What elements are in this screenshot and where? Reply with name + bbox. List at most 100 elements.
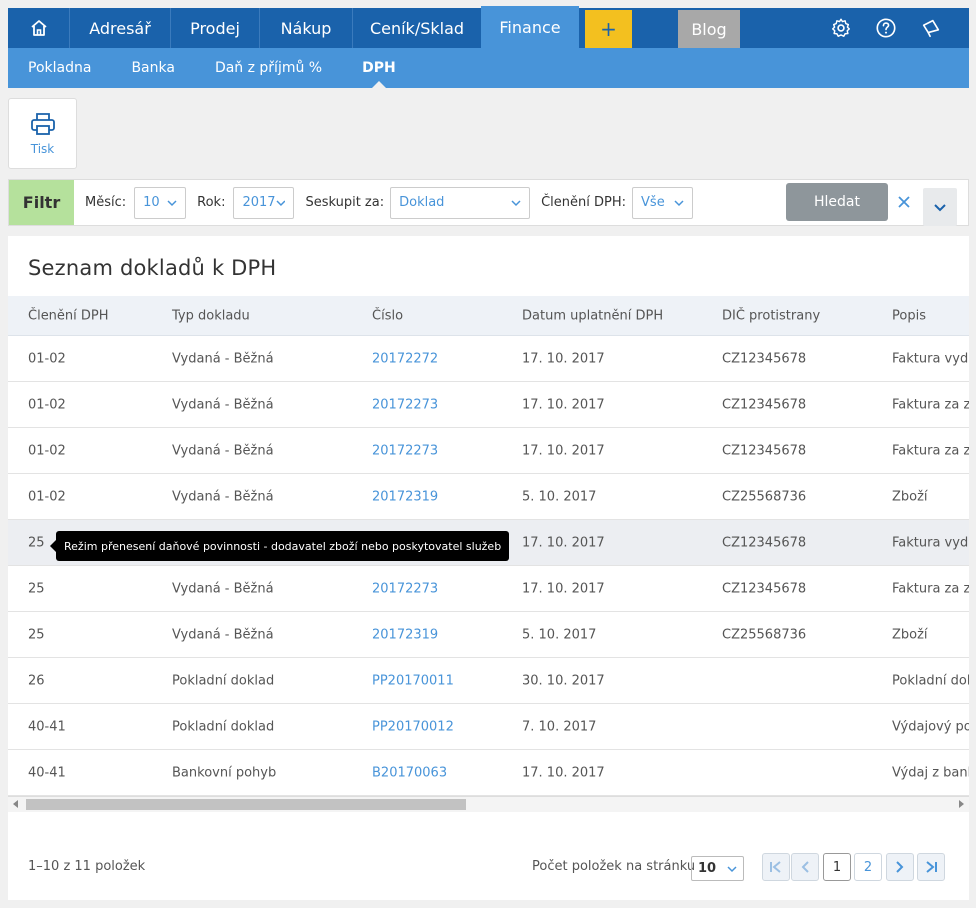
cell-doc-type: Pokladní doklad [172,719,275,734]
vat-select[interactable]: Vše [632,186,694,219]
cell-partner-vat: CZ12345678 [722,443,807,458]
feedback-button[interactable] [915,12,947,44]
cell-doc-type: Vydaná - Běžná [172,397,274,412]
col-header-number[interactable]: Číslo [372,308,407,323]
blog-button[interactable]: Blog [678,10,740,48]
cell-vat-section: 01-02 [28,443,66,458]
cell-description: Faktura za zbo [892,397,969,412]
table-row[interactable]: 01-02 Vydaná - Běžná 20172319 5. 10. 2017 CZ… [8,474,969,520]
table-row[interactable]: 25 Vydaná - Běžná 20172273 17. 10. 2017 CZ12… [8,566,969,612]
cell-number[interactable]: 20172273 [372,581,438,596]
month-select[interactable]: 10 [134,186,187,219]
group-label: Seskupit za: [305,195,385,210]
horizontal-scrollbar[interactable] [8,796,969,812]
last-page-button[interactable] [917,853,945,881]
col-header-description[interactable]: Popis [892,308,926,323]
chevron-down-icon [511,199,521,206]
cell-number[interactable]: B20170063 [372,765,447,780]
cell-description: Výdaj z banky [892,765,969,780]
scroll-right-icon[interactable] [959,800,964,808]
vat-documents-card: Seznam dokladů k DPH Členění DPH Typ dok… [8,236,969,796]
nav-tab-cenik-sklad[interactable]: Ceník/Sklad [353,8,481,48]
cell-doc-type: Bankovní pohyb [172,765,277,780]
cell-vat-section: 01-02 [28,489,66,504]
cell-partner-vat: CZ12345678 [722,535,807,550]
expand-filter-button[interactable] [923,188,957,226]
print-button[interactable]: Tisk [8,98,77,169]
cell-number[interactable]: PP20170012 [372,719,454,734]
year-label: Rok: [197,195,226,210]
cell-number[interactable]: 20172273 [372,397,438,412]
cell-number[interactable]: 20172319 [372,627,438,642]
cell-number[interactable]: 20172272 [372,351,438,366]
scroll-thumb[interactable] [26,799,466,810]
col-header-label: Číslo [372,308,404,323]
cell-doc-type: Vydaná - Běžná [172,351,274,366]
year-select[interactable]: 2017 [233,186,295,219]
cell-number[interactable]: 20172319 [372,489,438,504]
clear-filter-button[interactable] [894,192,914,212]
prev-page-button[interactable] [791,853,819,881]
gear-icon [832,18,850,37]
filter-bar: Filtr Měsíc: 10 Rok: 2017 Seskupit za: D… [8,179,969,226]
subnav-dph[interactable]: DPH [362,48,396,88]
next-page-button[interactable] [886,853,914,881]
cell-description: Výdajový pok [892,719,969,734]
month-value: 10 [143,195,160,210]
scroll-left-icon[interactable] [13,800,18,808]
home-button[interactable] [8,8,70,48]
col-header-vat-section[interactable]: Členění DPH [28,308,113,323]
subnav-banka[interactable]: Banka [131,48,175,88]
cell-vat-date: 17. 10. 2017 [522,351,605,366]
page-1-button[interactable]: 1 [823,853,851,881]
help-button[interactable] [870,12,902,44]
table-row[interactable]: 26 Pokladní doklad PP20170011 30. 10. 2017 P… [8,658,969,704]
sub-nav: Pokladna Banka Daň z příjmů % DPH [8,48,969,88]
cell-vat-section: 01-02 [28,351,66,366]
first-page-button[interactable] [762,853,790,881]
print-label: Tisk [30,141,55,156]
cell-description: Faktura za zbo [892,581,969,596]
nav-tab-adresar[interactable]: Adresář [70,8,171,48]
cell-vat-date: 5. 10. 2017 [522,489,597,504]
add-button[interactable]: + [585,10,632,48]
cell-description: Zboží [892,489,928,504]
page-2-button[interactable]: 2 [854,853,882,881]
vat-value: Vše [641,195,665,210]
search-button[interactable]: Hledat [786,183,888,221]
table-row[interactable]: 01-02 Vydaná - Běžná 20172273 17. 10. 2017 C… [8,428,969,474]
table-row[interactable]: 01-02 Vydaná - Běžná 20172272 17. 10. 2017 C… [8,336,969,382]
nav-tab-prodej[interactable]: Prodej [171,8,260,48]
table-row[interactable]: 01-02 Vydaná - Běžná 20172273 17. 10. 2017 C… [8,382,969,428]
col-header-label: Členění DPH [28,308,109,323]
cell-vat-section: 40-41 [28,765,66,780]
cell-description: Faktura vydan [892,535,969,550]
group-select[interactable]: Doklad [390,186,531,219]
per-page-label: Počet položek na stránku [532,859,696,874]
cell-vat-date: 17. 10. 2017 [522,397,605,412]
cell-vat-section: 25 [28,535,45,550]
col-header-partner-vat[interactable]: DIČ protistrany [722,308,820,323]
nav-icons [825,8,969,48]
cell-vat-date: 5. 10. 2017 [522,627,597,642]
per-page-select[interactable]: 10 [691,856,744,881]
table-row[interactable]: 40-41 Bankovní pohyb B20170063 17. 10. 2017… [8,750,969,796]
cell-number[interactable]: 20172273 [372,443,438,458]
cell-number[interactable]: PP20170011 [372,673,454,688]
nav-tab-nakup[interactable]: Nákup [260,8,353,48]
col-header-vat-date[interactable]: Datum uplatnění DPH [522,308,663,323]
table-row[interactable]: 25 Vydaná - Běžná 20172319 5. 10. 2017 CZ255… [8,612,969,658]
subnav-pokladna[interactable]: Pokladna [28,48,91,88]
table-row[interactable]: 40-41 Pokladní doklad PP20170012 7. 10. 201… [8,704,969,750]
cell-partner-vat: CZ12345678 [722,351,807,366]
settings-button[interactable] [825,12,857,44]
cell-doc-type: Vydaná - Běžná [172,581,274,596]
nav-tab-finance[interactable]: Finance [481,6,579,48]
cell-doc-type: Vydaná - Běžná [172,443,274,458]
chevron-left-icon [801,861,809,873]
cell-doc-type: Vydaná - Běžná [172,627,274,642]
cell-description: Pokladní dokl [892,673,969,688]
table-row[interactable]: 25 17. 10. 2017 CZ12345678 Faktura vydan Rež… [8,520,969,566]
col-header-doc-type[interactable]: Typ dokladu [172,308,254,323]
subnav-dan-z-prijmu[interactable]: Daň z příjmů % [215,48,322,88]
